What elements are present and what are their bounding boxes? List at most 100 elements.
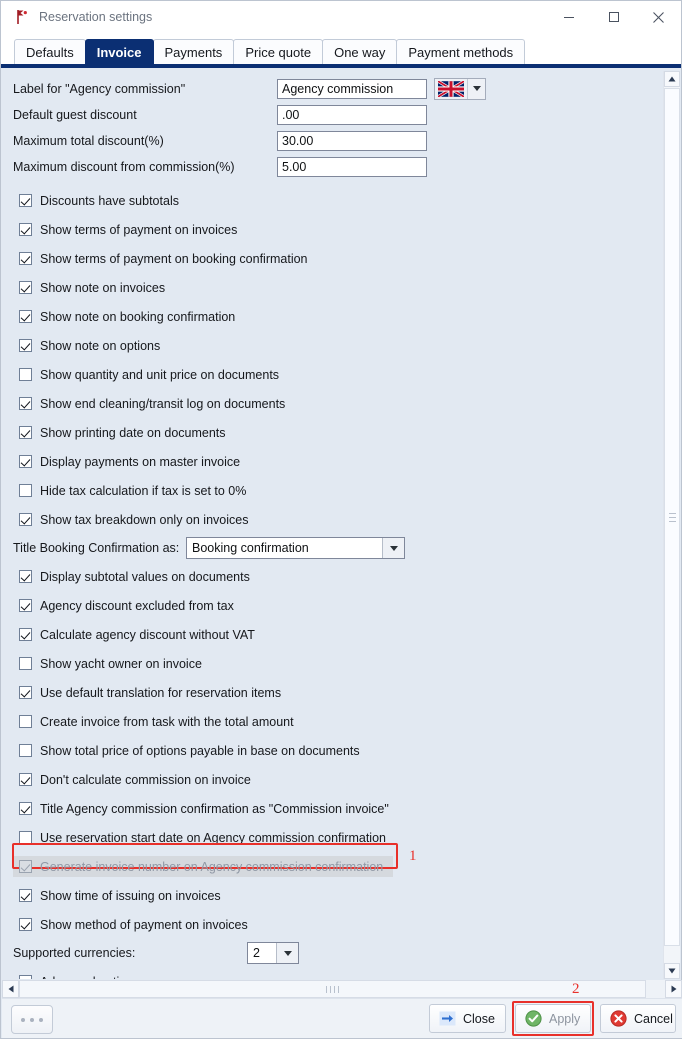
checkbox-box[interactable] (19, 918, 32, 931)
title-booking-confirmation-dropdown-arrow[interactable] (382, 538, 404, 558)
checkbox-label: Title Agency commission confirmation as … (40, 801, 389, 816)
language-dropdown-arrow[interactable] (467, 78, 485, 99)
checkbox-box[interactable] (19, 397, 32, 410)
tab-price-quote[interactable]: Price quote (233, 39, 324, 64)
close-icon[interactable] (636, 1, 681, 33)
checkbox-box[interactable] (19, 252, 32, 265)
checkbox-title-agency-commission-confirmation[interactable]: Title Agency commission confirmation as … (2, 794, 650, 823)
tab-payments[interactable]: Payments (152, 39, 235, 64)
checkbox-display-subtotal-values-on-documents[interactable]: Display subtotal values on documents (2, 562, 650, 591)
checkbox-box[interactable] (19, 310, 32, 323)
checkbox-box[interactable] (19, 223, 32, 236)
checkbox-show-end-cleaning-transit-log-on-documents[interactable]: Show end cleaning/transit log on documen… (2, 389, 650, 418)
checkbox-show-note-on-booking-confirmation[interactable]: Show note on booking confirmation (2, 302, 650, 331)
checkbox-box[interactable] (19, 715, 32, 728)
checkbox-box[interactable] (19, 975, 32, 979)
checkbox-use-default-translation-for-reservation-items[interactable]: Use default translation for reservation … (2, 678, 650, 707)
checkbox-advanced-options[interactable]: Advanced options (2, 967, 650, 979)
scroll-right-button[interactable] (665, 980, 682, 998)
checkbox-create-invoice-from-task-with-the-total-amount[interactable]: Create invoice from task with the total … (2, 707, 650, 736)
supported-currencies-select[interactable]: 2 (247, 942, 299, 964)
checkbox-show-tax-breakdown-only-on-invoices[interactable]: Show tax breakdown only on invoices (2, 505, 650, 534)
checkbox-label: Show terms of payment on booking confirm… (40, 251, 308, 266)
scroll-left-button[interactable] (2, 980, 19, 998)
title-booking-confirmation-select[interactable]: Booking confirmation (186, 537, 405, 559)
checkbox-box[interactable] (19, 513, 32, 526)
vertical-scrollbar[interactable] (663, 71, 680, 979)
checkbox-display-payments-on-master-invoice[interactable]: Display payments on master invoice (2, 447, 650, 476)
checkbox-label: Show note on booking confirmation (40, 309, 236, 324)
checkbox-show-yacht-owner-on-invoice[interactable]: Show yacht owner on invoice (2, 649, 650, 678)
checkbox-box[interactable] (19, 570, 32, 583)
annotation-box-2 (512, 1001, 594, 1036)
checkbox-show-method-of-payment-on-invoices[interactable]: Show method of payment on invoices (2, 910, 650, 939)
checkbox-show-terms-of-payment-on-invoices[interactable]: Show terms of payment on invoices (2, 215, 650, 244)
checkbox-label: Show note on invoices (40, 280, 166, 295)
checkbox-show-printing-date-on-documents[interactable]: Show printing date on documents (2, 418, 650, 447)
checkbox-box[interactable] (19, 484, 32, 497)
checkbox-box[interactable] (19, 194, 32, 207)
checkbox-calculate-agency-discount-without-vat[interactable]: Calculate agency discount without VAT (2, 620, 650, 649)
checkbox-box[interactable] (19, 889, 32, 902)
close-button[interactable]: Close (429, 1004, 506, 1033)
scroll-up-button[interactable] (664, 71, 680, 87)
checkbox-box[interactable] (19, 657, 32, 670)
dot (39, 1017, 43, 1022)
checkbox-box[interactable] (19, 773, 32, 786)
checkbox-box[interactable] (19, 455, 32, 468)
checkbox-box[interactable] (19, 628, 32, 641)
tab-one-way[interactable]: One way (322, 39, 398, 64)
checkbox-show-quantity-and-unit-price-on-documents[interactable]: Show quantity and unit price on document… (2, 360, 650, 389)
checkbox-hide-tax-calculation-if-tax-is-set-to-zero[interactable]: Hide tax calculation if tax is set to 0% (2, 476, 650, 505)
checkbox-box[interactable] (19, 426, 32, 439)
checkbox-box[interactable] (19, 686, 32, 699)
minimize-icon[interactable] (546, 1, 591, 33)
tab-payment-methods[interactable]: Payment methods (396, 39, 526, 64)
more-options-button[interactable] (11, 1005, 53, 1034)
horizontal-scrollbar[interactable] (2, 980, 682, 998)
checkbox-label: Create invoice from task with the total … (40, 714, 294, 729)
field-row-default-guest-discount: Default guest discount (2, 102, 650, 127)
checkbox-box[interactable] (19, 599, 32, 612)
checkbox-label: Don't calculate commission on invoice (40, 772, 251, 787)
checkbox-label: Show method of payment on invoices (40, 917, 248, 932)
checkbox-show-note-on-invoices[interactable]: Show note on invoices (2, 273, 650, 302)
checkbox-dont-calculate-commission-on-invoice[interactable]: Don't calculate commission on invoice (2, 765, 650, 794)
checkbox-show-note-on-options[interactable]: Show note on options (2, 331, 650, 360)
horizontal-scroll-thumb[interactable] (19, 980, 646, 998)
maximize-icon[interactable] (591, 1, 636, 33)
maximum-total-discount-input[interactable] (277, 130, 427, 151)
label-default-guest-discount: Default guest discount (13, 107, 137, 122)
field-row-maximum-discount-from-commission: Maximum discount from commission(%) (2, 154, 650, 179)
tab-bar: Defaults Invoice Payments Price quote On… (1, 34, 681, 64)
cancel-button[interactable]: Cancel (600, 1004, 676, 1033)
default-guest-discount-input[interactable] (277, 104, 427, 125)
vertical-scroll-thumb[interactable] (664, 88, 680, 946)
maximum-discount-from-commission-input[interactable] (277, 156, 427, 177)
supported-currencies-value: 2 (253, 946, 260, 960)
checkbox-box[interactable] (19, 339, 32, 352)
checkbox-box[interactable] (19, 802, 32, 815)
window-controls (546, 1, 681, 33)
agency-commission-input[interactable] (277, 78, 427, 99)
checkbox-show-terms-of-payment-on-booking-confirmation[interactable]: Show terms of payment on booking confirm… (2, 244, 650, 273)
tab-invoice[interactable]: Invoice (84, 39, 154, 64)
supported-currencies-dropdown-arrow[interactable] (276, 943, 298, 963)
field-row-supported-currencies: Supported currencies: 2 (2, 939, 650, 967)
checkbox-agency-discount-excluded-from-tax[interactable]: Agency discount excluded from tax (2, 591, 650, 620)
checkbox-show-total-price-of-options-payable-in-base-on-documents[interactable]: Show total price of options payable in b… (2, 736, 650, 765)
scroll-down-button[interactable] (664, 963, 680, 979)
checkbox-box[interactable] (19, 281, 32, 294)
language-selector[interactable] (434, 77, 486, 100)
reservation-settings-window: Reservation settings Defaults Invoice Pa… (0, 0, 682, 1039)
dot (30, 1017, 34, 1022)
checkbox-box[interactable] (19, 368, 32, 381)
checkbox-label: Show yacht owner on invoice (40, 656, 202, 671)
checkbox-label: Show end cleaning/transit log on documen… (40, 396, 286, 411)
checkbox-label: Show time of issuing on invoices (40, 888, 221, 903)
checkbox-box[interactable] (19, 744, 32, 757)
tab-defaults[interactable]: Defaults (14, 39, 86, 64)
checkbox-discounts-have-subtotals[interactable]: Discounts have subtotals (2, 186, 650, 215)
checkbox-show-time-of-issuing-on-invoices[interactable]: Show time of issuing on invoices (2, 881, 650, 910)
